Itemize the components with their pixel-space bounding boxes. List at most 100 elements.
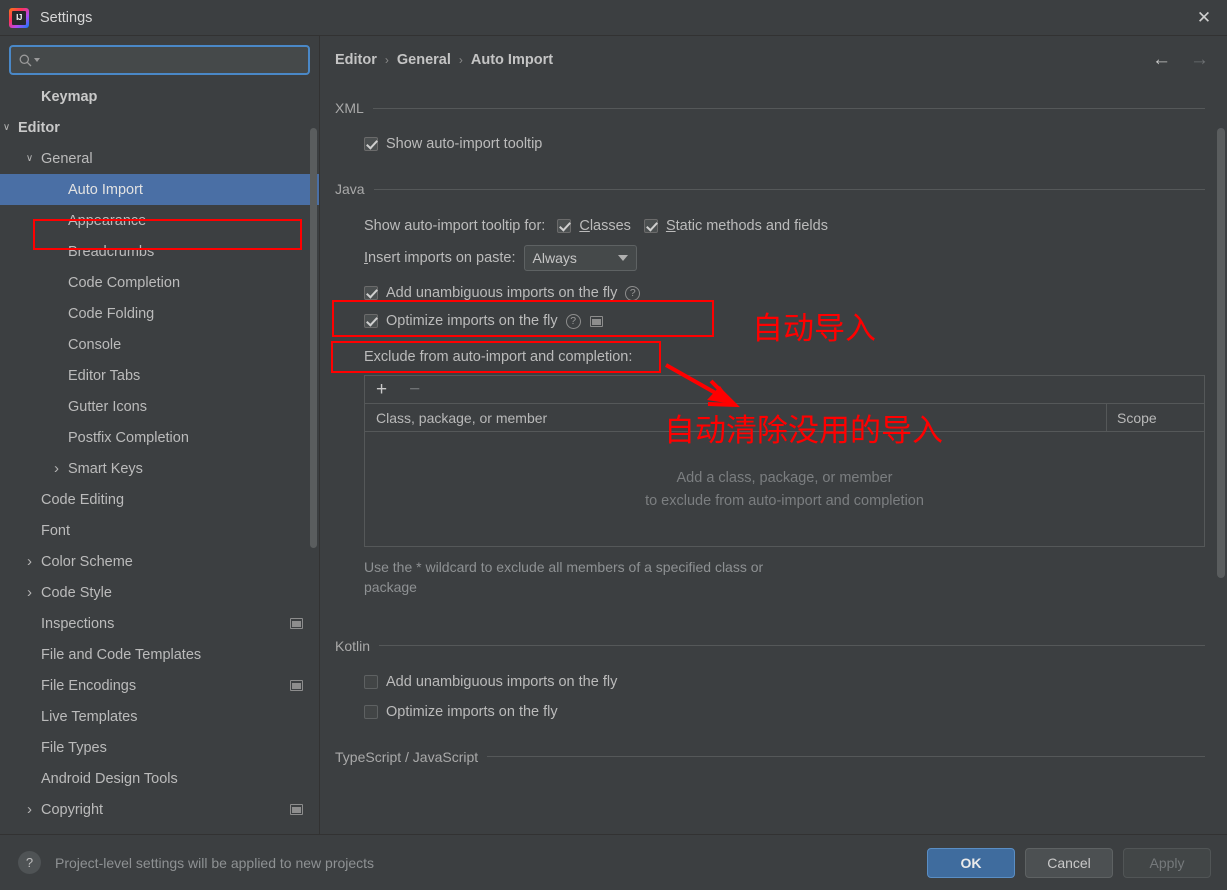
window-titlebar: IJ Settings ✕ bbox=[0, 0, 1227, 36]
sidebar-item-code-folding[interactable]: Code Folding bbox=[0, 298, 319, 329]
sidebar-item-copyright[interactable]: › Copyright bbox=[0, 794, 319, 825]
sidebar-item-code-style[interactable]: › Code Style bbox=[0, 577, 319, 608]
java-optimize-imports-checkbox[interactable] bbox=[364, 314, 378, 328]
java-classes-checkbox[interactable] bbox=[557, 219, 572, 233]
java-optimize-imports-row[interactable]: Optimize imports on the fly ? bbox=[364, 313, 1227, 329]
xml-show-tooltip-row[interactable]: Show auto-import tooltip bbox=[364, 136, 1227, 152]
sidebar-item-label: Smart Keys bbox=[68, 460, 143, 477]
sidebar-item-breadcrumbs[interactable]: Breadcrumbs bbox=[0, 236, 319, 267]
chevron-right-icon[interactable]: › bbox=[23, 553, 36, 570]
exclude-label: Exclude from auto-import and completion: bbox=[364, 349, 633, 365]
chevron-down-icon[interactable]: ∨ bbox=[23, 153, 36, 164]
section-title-java: Java bbox=[335, 181, 365, 197]
settings-content: Editor › General › Auto Import ← → XML S… bbox=[320, 36, 1227, 854]
help-icon[interactable]: ? bbox=[625, 285, 641, 301]
sidebar-item-code-completion[interactable]: Code Completion bbox=[0, 267, 319, 298]
chevron-down-icon[interactable]: ∨ bbox=[0, 122, 13, 133]
sidebar-item-label: File Types bbox=[41, 739, 107, 756]
column-header-class-package-member: Class, package, or member bbox=[376, 409, 548, 426]
sidebar-item-label: Code Style bbox=[41, 584, 112, 601]
sidebar-item-font[interactable]: Font bbox=[0, 515, 319, 546]
breadcrumb-separator: › bbox=[384, 53, 389, 67]
sidebar-item-label: Editor Tabs bbox=[68, 367, 141, 384]
sidebar-item-live-templates[interactable]: Live Templates bbox=[0, 701, 319, 732]
xml-show-tooltip-label: Show auto-import tooltip bbox=[386, 136, 543, 152]
kotlin-optimize-imports-checkbox[interactable] bbox=[364, 704, 378, 719]
java-add-unambiguous-label: Add unambiguous imports on the fly bbox=[386, 285, 618, 301]
sidebar-item-inspections[interactable]: Inspections bbox=[0, 608, 319, 639]
settings-tree: Keymap ∨ Editor ∨ General Auto Import Appearan… bbox=[0, 81, 319, 825]
project-level-icon bbox=[589, 315, 603, 327]
search-input[interactable] bbox=[49, 52, 300, 68]
insert-imports-dropdown[interactable]: Always bbox=[523, 245, 637, 271]
chevron-right-icon[interactable]: › bbox=[50, 460, 63, 477]
wildcard-hint-line-2: package bbox=[364, 579, 417, 596]
exclude-label-row: Exclude from auto-import and completion: bbox=[364, 349, 1227, 365]
sidebar-item-postfix-completion[interactable]: Postfix Completion bbox=[0, 422, 319, 453]
wildcard-hint-line-1: Use the * wildcard to exclude all member… bbox=[364, 559, 764, 575]
kotlin-add-unambiguous-row[interactable]: Add unambiguous imports on the fly bbox=[364, 674, 1227, 690]
remove-entry-button[interactable]: − bbox=[409, 380, 420, 399]
chevron-right-icon[interactable]: › bbox=[23, 801, 36, 818]
content-scrollbar[interactable] bbox=[1217, 128, 1225, 578]
search-box[interactable] bbox=[9, 45, 310, 75]
sidebar-item-label: Font bbox=[41, 522, 71, 539]
sidebar-item-label: Editor bbox=[18, 119, 60, 136]
sidebar-item-code-editing[interactable]: Code Editing bbox=[0, 484, 319, 515]
sidebar-item-label: Gutter Icons bbox=[68, 398, 147, 415]
cancel-button[interactable]: Cancel bbox=[1025, 847, 1113, 878]
sidebar-item-label: General bbox=[41, 150, 93, 167]
sidebar-item-editor-tabs[interactable]: Editor Tabs bbox=[0, 360, 319, 391]
chevron-right-icon[interactable]: › bbox=[23, 584, 36, 601]
java-static-methods-checkbox[interactable] bbox=[643, 219, 658, 233]
sidebar-item-color-scheme[interactable]: › Color Scheme bbox=[0, 546, 319, 577]
sidebar-item-file-encodings[interactable]: File Encodings bbox=[0, 670, 319, 701]
exclude-table-body[interactable]: Add a class, package, or member to exclu… bbox=[365, 432, 1204, 546]
sidebar-item-label: Android Design Tools bbox=[41, 770, 178, 787]
sidebar-item-keymap[interactable]: Keymap bbox=[0, 81, 319, 112]
sidebar-item-label: Inspections bbox=[41, 615, 115, 632]
java-add-unambiguous-row[interactable]: Add unambiguous imports on the fly ? bbox=[364, 285, 1227, 301]
exclude-table-header: Class, package, or member Scope bbox=[365, 404, 1204, 432]
breadcrumb-item-general[interactable]: General bbox=[397, 52, 451, 68]
section-header-java: Java bbox=[335, 181, 1227, 197]
sidebar-item-editor[interactable]: ∨ Editor bbox=[0, 112, 319, 143]
breadcrumb-item-editor[interactable]: Editor bbox=[335, 52, 377, 68]
settings-sidebar: Keymap ∨ Editor ∨ General Auto Import Appearan… bbox=[0, 36, 320, 854]
arrow-left-icon[interactable]: ← bbox=[1152, 49, 1171, 71]
column-header-scope: Scope bbox=[1106, 404, 1204, 431]
sidebar-item-label: File and Code Templates bbox=[41, 646, 202, 663]
sidebar-item-android-design-tools[interactable]: Android Design Tools bbox=[0, 763, 319, 794]
sidebar-item-file-and-code-templates[interactable]: File and Code Templates bbox=[0, 639, 319, 670]
sidebar-item-general[interactable]: ∨ General bbox=[0, 143, 319, 174]
sidebar-item-label: Appearance bbox=[68, 212, 147, 229]
sidebar-item-gutter-icons[interactable]: Gutter Icons bbox=[0, 391, 319, 422]
dialog-footer: ? Project-level settings will be applied… bbox=[0, 834, 1227, 890]
sidebar-item-file-types[interactable]: File Types bbox=[0, 732, 319, 763]
project-level-icon bbox=[290, 804, 303, 815]
java-insert-imports-row: Insert imports on paste: Always bbox=[364, 245, 1227, 271]
sidebar-item-appearance[interactable]: Appearance bbox=[0, 205, 319, 236]
search-dropdown-caret-icon[interactable] bbox=[34, 58, 40, 62]
ok-button[interactable]: OK bbox=[927, 847, 1015, 878]
java-add-unambiguous-checkbox[interactable] bbox=[364, 286, 378, 300]
help-icon[interactable]: ? bbox=[18, 851, 41, 874]
sidebar-item-label: Color Scheme bbox=[41, 553, 133, 570]
navigation-arrows: ← → bbox=[1152, 36, 1209, 84]
empty-state-line-1: Add a class, package, or member bbox=[676, 469, 893, 486]
sidebar-item-label: Keymap bbox=[41, 88, 98, 105]
help-icon[interactable]: ? bbox=[565, 313, 581, 329]
sidebar-item-smart-keys[interactable]: › Smart Keys bbox=[0, 453, 319, 484]
sidebar-item-console[interactable]: Console bbox=[0, 329, 319, 360]
logo-text: IJ bbox=[12, 10, 26, 25]
add-entry-button[interactable]: + bbox=[376, 380, 387, 399]
arrow-right-icon[interactable]: → bbox=[1190, 49, 1209, 71]
kotlin-add-unambiguous-checkbox[interactable] bbox=[364, 674, 378, 689]
close-icon[interactable]: ✕ bbox=[1181, 0, 1227, 36]
apply-button[interactable]: Apply bbox=[1123, 847, 1211, 878]
xml-show-tooltip-checkbox[interactable] bbox=[364, 137, 378, 151]
breadcrumb-item-auto-import: Auto Import bbox=[470, 52, 554, 68]
sidebar-scrollbar[interactable] bbox=[310, 128, 317, 548]
sidebar-item-auto-import[interactable]: Auto Import bbox=[0, 174, 319, 205]
kotlin-optimize-imports-row[interactable]: Optimize imports on the fly bbox=[364, 704, 1227, 720]
